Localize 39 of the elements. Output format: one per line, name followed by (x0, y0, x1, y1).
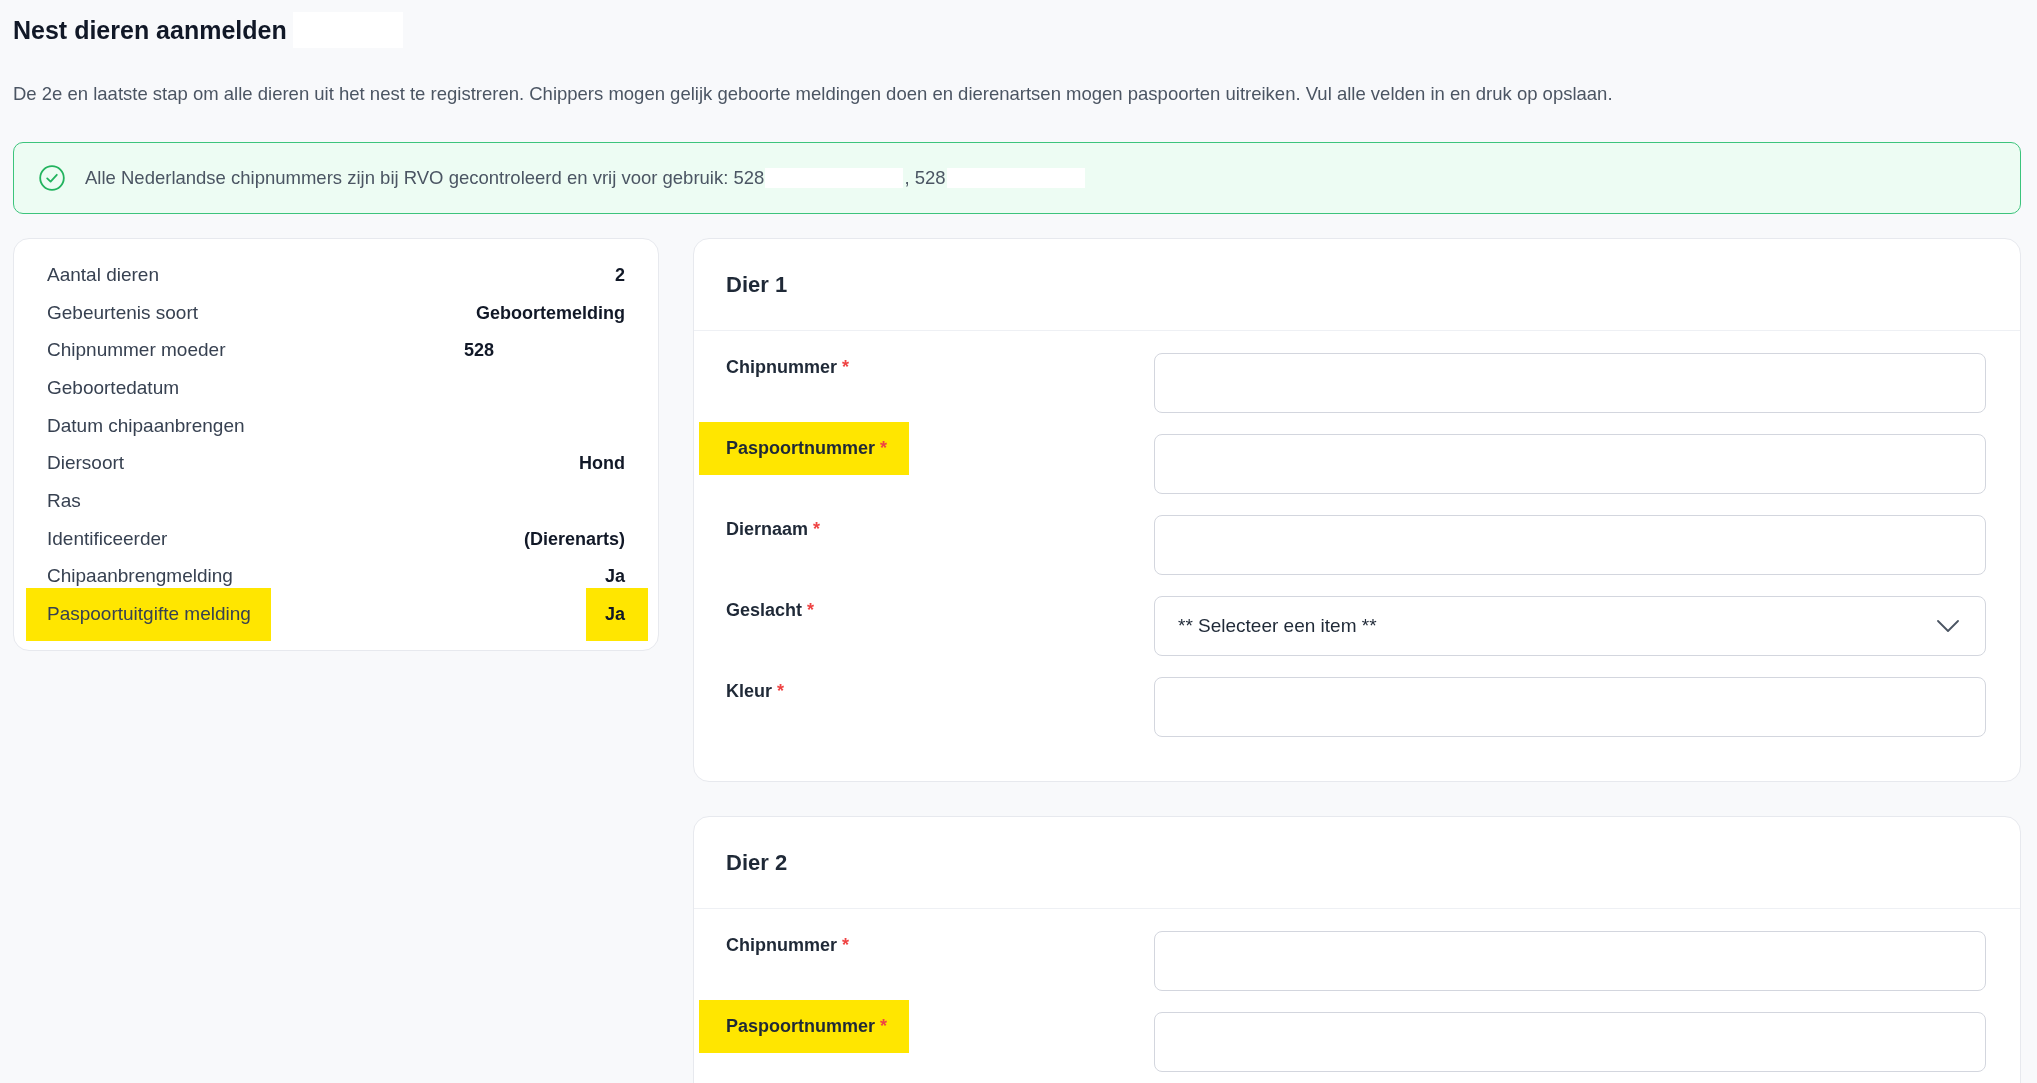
summary-label: Chipnummer moeder (47, 338, 226, 363)
field-label: Paspoortnummer * (699, 422, 910, 475)
summary-label: Gebeurtenis soort (47, 300, 199, 325)
field-label: Diernaam * (726, 518, 821, 541)
page-title: Nest dieren aanmelden (13, 15, 287, 46)
field-label: Geslacht * (726, 599, 815, 622)
field-label: Kleur * (726, 680, 785, 703)
text-input[interactable] (1154, 434, 1986, 494)
field-label: Chipnummer * (726, 356, 850, 379)
summary-label: Geboortedatum (47, 375, 180, 400)
card-title: Dier 2 (726, 849, 788, 876)
summary-value: Ja (604, 565, 625, 589)
field-label: Paspoortnummer * (699, 1000, 910, 1053)
summary-value: 528 (463, 339, 495, 363)
page-description: De 2e en laatste stap om alle dieren uit het nest te registreren. Chippers mogen gelijk geboorte meldingen doen en dierenartsen mogen paspoorten uitreiken. Vul alle velden in en druk op opslaan. (13, 82, 1614, 106)
text-input[interactable] (1154, 1012, 1986, 1072)
chevron-down-icon (1937, 620, 1959, 632)
field-label: Chipnummer * (726, 934, 850, 957)
summary-value: 2 (615, 263, 625, 287)
text-input[interactable] (1154, 677, 1986, 737)
summary-label: Aantal dieren (47, 262, 159, 287)
text-input[interactable] (1154, 931, 1986, 991)
alert-message: , 528 (904, 166, 946, 190)
summary-label: Ras (47, 488, 81, 513)
check-circle-icon (39, 165, 65, 191)
summary-label: Datum chipaanbrengen (47, 413, 245, 438)
alert-message: Alle Nederlandse chipnummers zijn bij RVO gecontroleerd en vrij voor gebruik: 528 (85, 166, 765, 190)
summary-value: Ja (585, 588, 648, 642)
summary-value: (Dierenarts) (523, 527, 625, 551)
summary-label: Chipaanbrengmelding (47, 564, 233, 589)
summary-label: Identificeerder (47, 526, 168, 551)
select-field[interactable]: ** Selecteer een item ** (1154, 596, 1986, 656)
text-input[interactable] (1154, 515, 1986, 575)
summary-value: Hond (579, 452, 625, 476)
text-input[interactable] (1154, 353, 1986, 413)
summary-label: Paspoortuitgifte melding (26, 588, 271, 642)
card-title: Dier 1 (726, 271, 788, 298)
summary-value: Geboortemelding (476, 301, 625, 325)
summary-label: Diersoort (47, 451, 125, 476)
